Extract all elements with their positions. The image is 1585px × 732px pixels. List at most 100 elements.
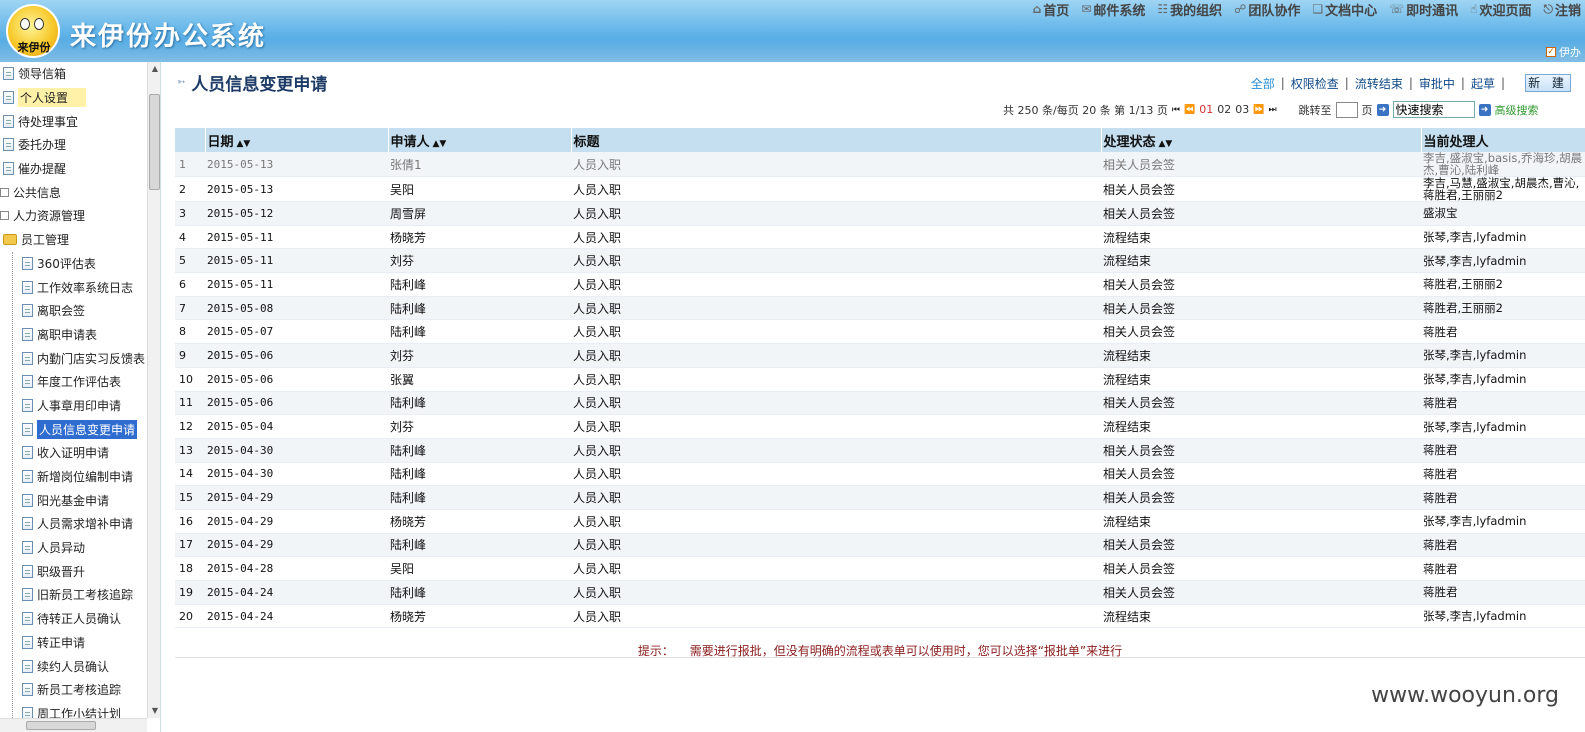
col-header-applicant[interactable]: 申请人 ▲▼: [388, 128, 572, 152]
col-header-date[interactable]: 日期 ▲▼: [205, 128, 389, 152]
sort-icon[interactable]: ▲▼: [1159, 139, 1173, 149]
page-link[interactable]: 03: [1235, 103, 1249, 116]
table-row[interactable]: 15 2015-04-29 陆利峰 人员入职 相关人员会签 蒋胜君: [175, 485, 1585, 510]
cell-title[interactable]: 人员入职: [571, 201, 1101, 226]
table-row[interactable]: 17 2015-04-29 陆利峰 人员入职 相关人员会签 蒋胜君: [175, 533, 1585, 558]
sort-icon[interactable]: ▲▼: [433, 139, 447, 149]
sidebar-item[interactable]: 人员信息变更申请: [0, 417, 147, 441]
prev-page-icon[interactable]: ⏪: [1184, 105, 1195, 115]
sidebar-item[interactable]: 领导信箱: [0, 62, 147, 86]
sidebar-vertical-scrollbar[interactable]: ▲ ▼: [147, 62, 160, 718]
sidebar-item[interactable]: 旧新员工考核追踪: [0, 583, 147, 607]
table-row[interactable]: 11 2015-05-06 陆利峰 人员入职 相关人员会签 蒋胜君: [175, 391, 1585, 416]
table-row[interactable]: 20 2015-04-24 杨晓芳 人员入职 流程结束 张琴,李吉,lyfadmin: [175, 604, 1585, 629]
sidebar-item[interactable]: 公共信息: [0, 180, 147, 204]
sidebar-item[interactable]: 催办提醒: [0, 157, 147, 181]
cell-title[interactable]: 人员入职: [571, 533, 1101, 558]
cell-title[interactable]: 人员入职: [571, 438, 1101, 463]
cell-title[interactable]: 人员入职: [571, 485, 1101, 510]
filter-link[interactable]: 权限检查: [1285, 75, 1345, 92]
hscroll-thumb[interactable]: [26, 721, 96, 730]
sidebar-item[interactable]: 年度工作评估表: [0, 370, 147, 394]
table-row[interactable]: 2 2015-05-13 吴阳 人员入职 相关人员会签 李吉,马慧,盛淑宝,胡晨杰,曹沁,…: [175, 176, 1585, 202]
filter-link[interactable]: 起草: [1465, 75, 1501, 92]
cell-title[interactable]: 人员入职: [571, 462, 1101, 487]
sidebar-item[interactable]: 离职申请表: [0, 323, 147, 347]
sidebar-item[interactable]: 人事章用印申请: [0, 394, 147, 418]
cell-title[interactable]: 人员入职: [571, 343, 1101, 368]
table-row[interactable]: 16 2015-04-29 杨晓芳 人员入职 流程结束 张琴,李吉,lyfadmin: [175, 509, 1585, 534]
sidebar-item[interactable]: 员工管理: [0, 228, 147, 252]
cell-title[interactable]: 人员入职: [571, 509, 1101, 534]
cell-title[interactable]: 人员入职: [571, 367, 1101, 392]
sidebar-item[interactable]: 阳光基金申请: [0, 488, 147, 512]
cell-title[interactable]: 人员入职: [571, 414, 1101, 439]
sidebar-horizontal-scrollbar[interactable]: [0, 718, 147, 732]
sidebar-item[interactable]: 新增岗位编制申请: [0, 465, 147, 489]
cell-title[interactable]: 人员入职: [571, 225, 1101, 250]
sidebar-item[interactable]: 续约人员确认: [0, 654, 147, 678]
topnav-item-logout[interactable]: ⎋ 注销: [1543, 0, 1581, 19]
sidebar-item[interactable]: 新员工考核追踪: [0, 678, 147, 702]
table-row[interactable]: 19 2015-04-24 陆利峰 人员入职 相关人员会签 蒋胜君: [175, 580, 1585, 605]
jump-page-input[interactable]: [1335, 101, 1358, 118]
table-row[interactable]: 6 2015-05-11 陆利峰 人员入职 相关人员会签 蒋胜君,王丽丽2: [175, 272, 1585, 297]
advanced-search-link[interactable]: 高级搜索: [1495, 102, 1539, 118]
table-row[interactable]: 9 2015-05-06 刘芬 人员入职 流程结束 张琴,李吉,lyfadmin: [175, 343, 1585, 368]
jump-go-icon[interactable]: ➜: [1376, 103, 1389, 116]
sidebar-item[interactable]: 360评估表: [0, 252, 147, 276]
table-row[interactable]: 7 2015-05-08 陆利峰 人员入职 相关人员会签 蒋胜君,王丽丽2: [175, 296, 1585, 321]
scroll-up-arrow-icon[interactable]: ▲: [148, 62, 160, 76]
topnav-item-mail[interactable]: ✉ 邮件系统: [1081, 0, 1145, 19]
sidebar-item[interactable]: 收入证明申请: [0, 441, 147, 465]
page-link[interactable]: 02: [1217, 103, 1231, 116]
sort-icon[interactable]: ▲▼: [237, 139, 251, 149]
filter-link[interactable]: 全部: [1245, 75, 1281, 92]
table-row[interactable]: 13 2015-04-30 陆利峰 人员入职 相关人员会签 蒋胜君: [175, 438, 1585, 463]
cell-title[interactable]: 人员入职: [571, 391, 1101, 416]
page-link[interactable]: 01: [1199, 103, 1213, 116]
user-badge[interactable]: ✓ 伊办: [1546, 44, 1581, 60]
cell-title[interactable]: 人员入职: [571, 604, 1101, 629]
sidebar-item[interactable]: 个人设置: [0, 86, 147, 110]
app-logo[interactable]: 来伊份: [6, 4, 60, 58]
sidebar-item[interactable]: 委托办理: [0, 133, 147, 157]
cell-title[interactable]: 人员入职: [571, 272, 1101, 297]
table-row[interactable]: 1 2015-05-13 张倩1 人员入职 相关人员会签 李吉,盛淑宝,basis,乔海珍…: [175, 152, 1585, 177]
table-row[interactable]: 4 2015-05-11 杨晓芳 人员入职 流程结束 张琴,李吉,lyfadmin: [175, 225, 1585, 250]
sidebar-item[interactable]: 人力资源管理: [0, 204, 147, 228]
cell-title[interactable]: 人员入职: [571, 296, 1101, 321]
cell-title[interactable]: 人员入职: [571, 319, 1101, 345]
sidebar-item[interactable]: 工作效率系统日志: [0, 275, 147, 299]
scroll-down-arrow-icon[interactable]: ▼: [148, 704, 160, 718]
scroll-thumb[interactable]: [149, 94, 160, 190]
sidebar-item[interactable]: 内勤门店实习反馈表: [0, 346, 147, 370]
sidebar-item[interactable]: 转正申请: [0, 631, 147, 655]
topnav-item-hand[interactable]: ☝ 欢迎页面: [1470, 0, 1531, 19]
table-row[interactable]: 12 2015-05-04 刘芬 人员入职 流程结束 张琴,李吉,lyfadmin: [175, 414, 1585, 439]
cell-title[interactable]: 人员入职: [571, 556, 1101, 581]
sidebar-item[interactable]: 待处理事宜: [0, 109, 147, 133]
sidebar-item[interactable]: 离职会签: [0, 299, 147, 323]
topnav-item-home[interactable]: ⌂ 首页: [1033, 0, 1070, 19]
table-row[interactable]: 8 2015-05-07 陆利峰 人员入职 相关人员会签 蒋胜君: [175, 319, 1585, 345]
table-row[interactable]: 10 2015-05-06 张翼 人员入职 流程结束 张琴,李吉,lyfadmin: [175, 367, 1585, 392]
search-go-icon[interactable]: ➜: [1478, 103, 1491, 116]
first-page-icon[interactable]: ⏮: [1172, 105, 1180, 115]
quick-search-input[interactable]: [1392, 101, 1475, 118]
last-page-icon[interactable]: ⏭: [1268, 105, 1276, 115]
cell-title[interactable]: 人员入职: [571, 248, 1101, 274]
topnav-item-org[interactable]: ☷ 我的组织: [1157, 0, 1222, 19]
table-row[interactable]: 3 2015-05-12 周雪屏 人员入职 相关人员会签 盛淑宝: [175, 201, 1585, 226]
cell-title[interactable]: 人员入职: [571, 152, 1101, 177]
topnav-item-doc[interactable]: ❏ 文档中心: [1312, 0, 1377, 19]
sidebar-item[interactable]: 职级晋升: [0, 559, 147, 583]
sidebar-item[interactable]: 人员需求增补申请: [0, 512, 147, 536]
next-page-icon[interactable]: ⏩: [1253, 105, 1264, 115]
table-row[interactable]: 5 2015-05-11 刘芬 人员入职 流程结束 张琴,李吉,lyfadmin: [175, 248, 1585, 274]
table-row[interactable]: 18 2015-04-28 吴阳 人员入职 相关人员会签 蒋胜君: [175, 556, 1585, 581]
sidebar-item[interactable]: 待转正人员确认: [0, 607, 147, 631]
topnav-item-team[interactable]: ☍ 团队协作: [1234, 0, 1300, 19]
new-button[interactable]: 新 建: [1525, 74, 1571, 92]
filter-link[interactable]: 流转结束: [1349, 75, 1409, 92]
